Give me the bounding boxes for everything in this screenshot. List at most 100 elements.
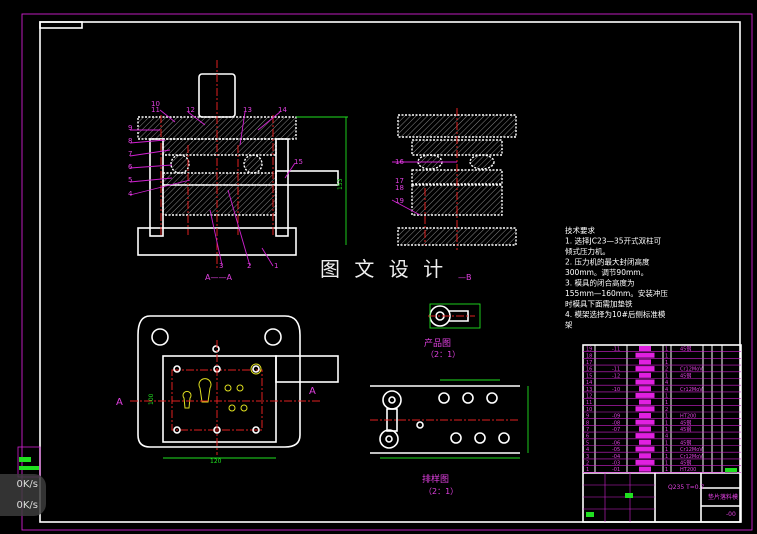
title-block-cell: -07: [612, 427, 620, 433]
title-block-cell: 15: [586, 373, 592, 379]
title-block-cell: 1: [665, 467, 668, 473]
tech-requirement-line: 2. 压力机的最大封闭高度: [565, 257, 650, 267]
material-spec: Q235 T=0.7: [668, 484, 704, 491]
part-name-cell: [635, 366, 655, 372]
plan-view: 120 100 A A: [116, 315, 339, 465]
product-drawing-title: 产品图: [424, 337, 451, 349]
download-speed: 0K/s: [0, 495, 46, 516]
title-block-cell: 2: [665, 407, 668, 413]
main-section-view: 153 10 11 12 13 14 15 9 8 7 6 5 4 3 2 1 …: [128, 60, 348, 282]
strip-layout: 排样图 （2：1）: [370, 379, 529, 496]
part-label-12: 12: [186, 106, 195, 114]
title-block-cell: 18: [586, 353, 592, 359]
part-label-3: 3: [219, 262, 223, 270]
title-block-cell: 1: [665, 427, 668, 433]
title-block-cell: 8: [586, 420, 589, 426]
title-block-cell: 45钢: [680, 426, 691, 433]
part-name-cell: [639, 413, 651, 418]
tech-requirement-line: 1. 选择JC23—35开式双柱可: [565, 236, 662, 246]
title-block-cell: 5: [586, 440, 589, 446]
part-name-cell: [639, 426, 651, 432]
title-block-cell: 2: [665, 367, 668, 373]
title-block-cell: HT200: [680, 467, 696, 473]
title-block-cell: 1: [665, 454, 668, 460]
title-block-cell: 1: [665, 420, 668, 426]
title-block-cell: 1: [665, 400, 668, 406]
title-block-cell: 1: [665, 373, 668, 379]
title-block-cell: 14: [586, 380, 592, 386]
title-block-cell: -12: [612, 373, 620, 379]
part-name-cell: [635, 379, 655, 385]
part-name-cell: [635, 406, 655, 412]
tech-requirement-line: 时模具下面需加垫铁: [565, 299, 633, 309]
title-block-cell: 9: [586, 414, 589, 420]
title-block-cell: 6: [586, 434, 589, 440]
title-block-cell: 45钢: [680, 460, 691, 467]
tech-requirement-line: 倾式压力机。: [565, 246, 610, 256]
title-block-cell: 2: [586, 461, 589, 467]
title-block-cell: -04: [612, 454, 620, 460]
title-block-cell: 19: [586, 347, 592, 353]
part-name-cell: [639, 453, 651, 459]
part-label-5: 5: [128, 176, 132, 184]
product-drawing-scale: （2：1）: [426, 350, 460, 359]
tech-requirement-line: 155mm—160mm。安装冲压: [565, 288, 668, 298]
part-label-9: 9: [128, 124, 132, 132]
title-block-cell: 13: [586, 387, 592, 393]
part-name-cell: [635, 446, 655, 452]
title-block-cell: -03: [612, 461, 620, 467]
part-name-cell: [639, 346, 651, 351]
title-block-cell: 1: [586, 467, 589, 473]
section-mark-left: A: [116, 397, 123, 408]
title-block-cell: 1: [665, 360, 668, 366]
title-block-cell: -11: [612, 347, 620, 353]
title-block-cell: 11: [586, 400, 592, 406]
title-block-cell: Cr12MoV: [680, 447, 703, 453]
side-palette[interactable]: [17, 446, 41, 478]
title-block-cell: 1: [665, 353, 668, 359]
part-name-cell: [635, 459, 655, 465]
product-drawing: 产品图 （2：1）: [424, 303, 481, 359]
part-label-15: 15: [294, 158, 303, 166]
cad-drawing-canvas[interactable]: 153 10 11 12 13 14 15 9 8 7 6 5 4 3 2 1 …: [0, 0, 757, 534]
part-name-cell: [635, 419, 655, 425]
title-block: Q235 T=0.7 垫片落料模 -00 19 -11 1 45钢18 117 116 -1…: [582, 344, 742, 523]
part-label-4: 4: [128, 190, 133, 198]
part-name-cell: [639, 399, 651, 405]
watermark: 图 文 设 计: [320, 257, 447, 281]
side-section-view: 16 17 18 19 —B: [391, 108, 517, 282]
part-label-19: 19: [395, 197, 404, 205]
part-label-13: 13: [243, 106, 252, 114]
section-label-b: —B: [458, 273, 472, 282]
strip-layout-scale: （2：1）: [424, 487, 458, 496]
section-label-a: A——A: [205, 273, 232, 282]
title-block-cell: 4: [665, 434, 668, 440]
plan-dimension-left: 100: [148, 393, 155, 405]
part-label-14: 14: [278, 106, 287, 114]
part-label-7: 7: [128, 150, 132, 158]
title-block-cell: 4: [665, 380, 668, 386]
title-block-cell: 45钢: [680, 419, 691, 426]
title-block-cell: 1: [665, 440, 668, 446]
drawing-name: 垫片落料模: [708, 493, 738, 501]
title-block-cell: -11: [612, 367, 620, 373]
title-block-cell: 45钢: [680, 346, 691, 353]
title-block-cell: Cr12MoV: [680, 454, 703, 460]
part-label-6: 6: [128, 163, 133, 171]
title-block-cell: -08: [612, 420, 620, 426]
title-block-cell: -05: [612, 447, 620, 453]
part-label-11: 11: [151, 106, 160, 114]
title-block-cell: 1: [665, 461, 668, 467]
title-block-cell: 1: [665, 447, 668, 453]
part-name-cell: [639, 386, 651, 392]
part-name-cell: [639, 466, 651, 472]
title-block-cell: -09: [612, 414, 620, 420]
title-block-cell: 4: [586, 447, 589, 453]
part-label-2: 2: [247, 262, 251, 270]
upload-speed: 0K/s: [0, 474, 46, 495]
title-block-cell: 10: [586, 407, 592, 413]
tech-requirement-line: 3. 模具的闭合高度为: [565, 278, 635, 288]
title-block-cell: 45钢: [680, 439, 691, 446]
part-label-16: 16: [395, 158, 404, 166]
part-name-cell: [639, 359, 651, 365]
